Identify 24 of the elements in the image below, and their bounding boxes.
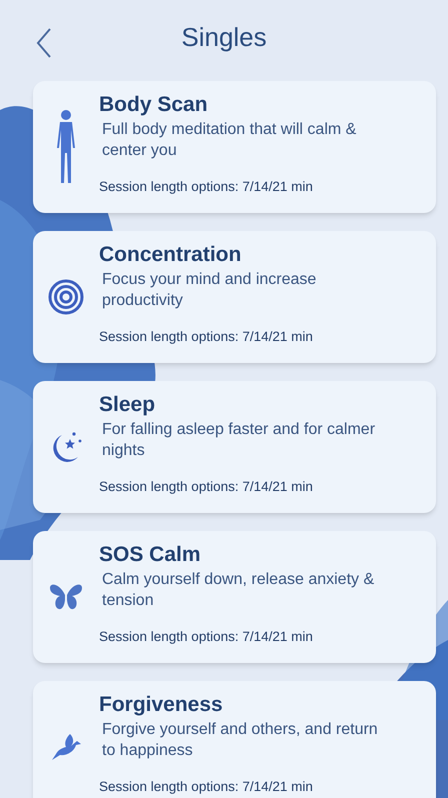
session-title: SOS Calm [99, 542, 202, 568]
session-description: Calm yourself down, release anxiety & tension [102, 570, 376, 611]
session-title: Forgiveness [99, 692, 224, 718]
session-description: Forgive yourself and others, and return to happiness [102, 720, 379, 761]
session-card[interactable]: Concentration Focus your mind and increase productivity Session length options: 7/14/21 min [33, 231, 436, 363]
session-length: Session length options: 7/14/21 min [99, 628, 314, 646]
session-description: For falling asleep faster and for calmer nights [102, 420, 376, 461]
session-card[interactable]: Sleep For falling asleep faster and for calmer nights Session length options: 7/14/21 min [33, 381, 436, 513]
concentric-circles-icon [48, 279, 84, 315]
session-length: Session length options: 7/14/21 min [99, 178, 314, 196]
page-title: Singles [181, 21, 267, 54]
session-title: Body Scan [99, 92, 209, 118]
session-title: Sleep [99, 392, 156, 418]
session-card[interactable]: SOS Calm Calm yourself down, release anxiety & tension Session length options: 7/14/21 min [33, 531, 436, 663]
session-card[interactable]: Forgiveness Forgive yourself and others, and return to happiness Session length options: 7/14/21 min [33, 681, 436, 798]
session-length: Session length options: 7/14/21 min [99, 478, 314, 496]
session-description: Full body meditation that will calm & center you [102, 120, 358, 161]
human-figure-icon [55, 109, 77, 185]
session-card[interactable]: Body Scan Full body meditation that will calm & center you Session length options: 7/14/21 min [33, 81, 436, 213]
session-title: Concentration [99, 242, 242, 268]
butterfly-icon [48, 582, 84, 612]
session-description: Focus your mind and increase productivity [102, 270, 318, 311]
session-length: Session length options: 7/14/21 min [99, 778, 314, 796]
session-length: Session length options: 7/14/21 min [99, 328, 314, 346]
